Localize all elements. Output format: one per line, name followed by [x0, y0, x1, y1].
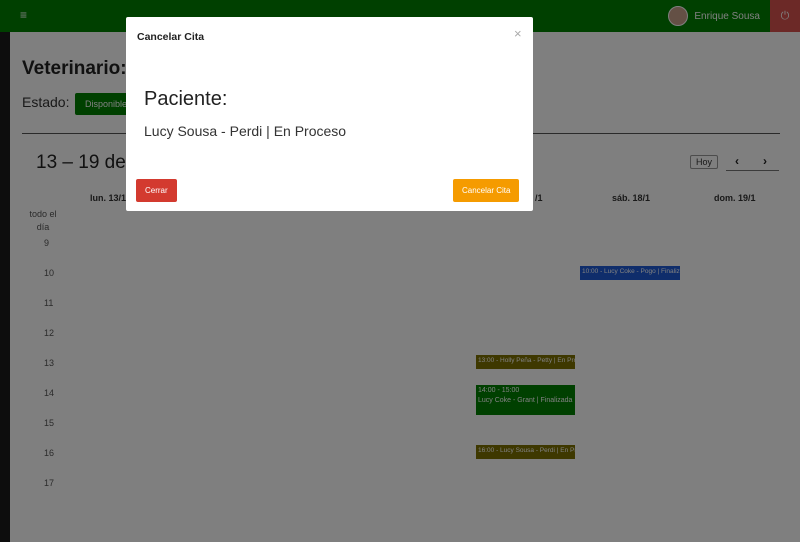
close-icon[interactable]: × [514, 26, 522, 41]
cancel-appointment-modal: Cancelar Cita × Paciente: Lucy Sousa - P… [126, 17, 533, 211]
modal-title: Cancelar Cita [137, 31, 205, 43]
cancel-appointment-button[interactable]: Cancelar Cita [453, 179, 520, 202]
patient-detail: Lucy Sousa - Perdi | En Proceso [144, 123, 347, 139]
patient-label: Paciente: [144, 88, 228, 110]
close-button[interactable]: Cerrar [136, 179, 177, 202]
